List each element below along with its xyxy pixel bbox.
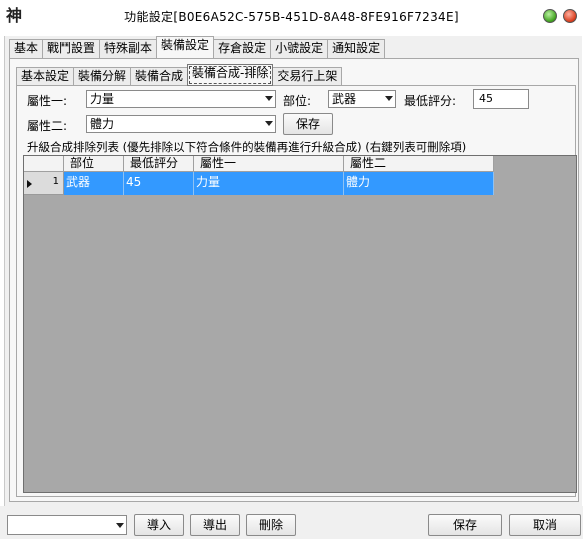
- save-filter-button[interactable]: 保存: [283, 113, 333, 135]
- table-row[interactable]: 1 武器 45 力量 體力: [24, 172, 494, 195]
- attr2-label: 屬性二:: [27, 119, 68, 133]
- part-label: 部位:: [283, 94, 312, 108]
- close-button[interactable]: [563, 9, 577, 23]
- tab-basic-settings[interactable]: 基本設定: [16, 67, 75, 86]
- attr2-select-value: 體力: [90, 117, 115, 131]
- minimize-button[interactable]: [543, 9, 557, 23]
- exclude-table[interactable]: 部位 最低評分 屬性一 屬性二 1 武器 45 力量 體力: [23, 155, 577, 493]
- column-header-part[interactable]: 部位: [64, 156, 124, 172]
- column-header-min-score[interactable]: 最低評分: [124, 156, 194, 172]
- outer-tab-bar: 基本 戰鬥設置 特殊副本 裝備設定 存倉設定 小號設定 通知設定: [9, 36, 386, 58]
- cell-attr2[interactable]: 體力: [344, 172, 494, 195]
- export-button[interactable]: 導出: [190, 514, 240, 536]
- tab-basic[interactable]: 基本: [9, 39, 44, 58]
- column-header-attr2[interactable]: 屬性二: [344, 156, 494, 172]
- chevron-down-icon: [265, 121, 273, 126]
- tab-equipment[interactable]: 裝備設定: [156, 36, 215, 58]
- import-button[interactable]: 導入: [134, 514, 184, 536]
- attr2-select[interactable]: 體力: [86, 115, 276, 133]
- min-score-label: 最低評分:: [404, 94, 457, 108]
- list-caption: 升級合成排除列表 (優先排除以下符合條件的裝備再進行升級合成) (右鍵列表可刪除…: [27, 140, 467, 154]
- tab-notification[interactable]: 通知設定: [327, 39, 386, 58]
- settings-frame: 基本 戰鬥設置 特殊副本 裝備設定 存倉設定 小號設定 通知設定 基本設定 裝備…: [4, 36, 582, 506]
- profile-select[interactable]: [7, 515, 127, 535]
- current-row-pointer-icon: [27, 180, 32, 188]
- tab-decompose[interactable]: 裝備分解: [73, 67, 132, 86]
- part-select[interactable]: 武器: [328, 90, 396, 108]
- bottom-bar: 導入 導出 刪除 保存 取消: [0, 506, 583, 539]
- synthesis-exclude-panel: 屬性一: 力量 部位: 武器 最低評分: 45 屬性二: 體力 保存 升級合成排…: [16, 85, 577, 497]
- tab-trade-listing[interactable]: 交易行上架: [272, 67, 343, 86]
- tab-storage[interactable]: 存倉設定: [213, 39, 272, 58]
- chevron-down-icon: [116, 523, 124, 528]
- row-header-corner: [24, 156, 64, 172]
- attr1-select-value: 力量: [90, 92, 115, 106]
- tab-special-dungeon[interactable]: 特殊副本: [99, 39, 158, 58]
- row-header[interactable]: 1: [24, 172, 64, 195]
- title-bar: 神 功能設定[B0E6A52C-575B-451D-8A48-8FE916F72…: [0, 0, 583, 34]
- chevron-down-icon: [385, 96, 393, 101]
- chevron-down-icon: [265, 96, 273, 101]
- inner-tab-bar: 基本設定 裝備分解 裝備合成 裝備合成-排除 交易行上架: [16, 64, 343, 86]
- equipment-settings-panel: 基本設定 裝備分解 裝備合成 裝備合成-排除 交易行上架 屬性一: 力量 部位:…: [9, 58, 579, 502]
- column-header-attr1[interactable]: 屬性一: [194, 156, 344, 172]
- tab-combat[interactable]: 戰鬥設置: [42, 39, 101, 58]
- window-title: 功能設定[B0E6A52C-575B-451D-8A48-8FE916F7234…: [124, 10, 459, 24]
- min-score-input[interactable]: 45: [473, 89, 529, 109]
- row-index: 1: [52, 176, 59, 187]
- tab-synthesis-exclude[interactable]: 裝備合成-排除: [187, 64, 274, 86]
- cell-attr1[interactable]: 力量: [194, 172, 344, 195]
- tab-alt-account[interactable]: 小號設定: [270, 39, 329, 58]
- cell-part[interactable]: 武器: [64, 172, 124, 195]
- cell-min-score[interactable]: 45: [124, 172, 194, 195]
- delete-button[interactable]: 刪除: [246, 514, 296, 536]
- attr1-label: 屬性一:: [27, 94, 68, 108]
- part-select-value: 武器: [332, 92, 357, 106]
- attr1-select[interactable]: 力量: [86, 90, 276, 108]
- save-button[interactable]: 保存: [428, 514, 502, 536]
- tab-synthesis[interactable]: 裝備合成: [130, 67, 189, 86]
- cancel-button[interactable]: 取消: [509, 514, 581, 536]
- table-header: 部位 最低評分 屬性一 屬性二: [24, 156, 494, 172]
